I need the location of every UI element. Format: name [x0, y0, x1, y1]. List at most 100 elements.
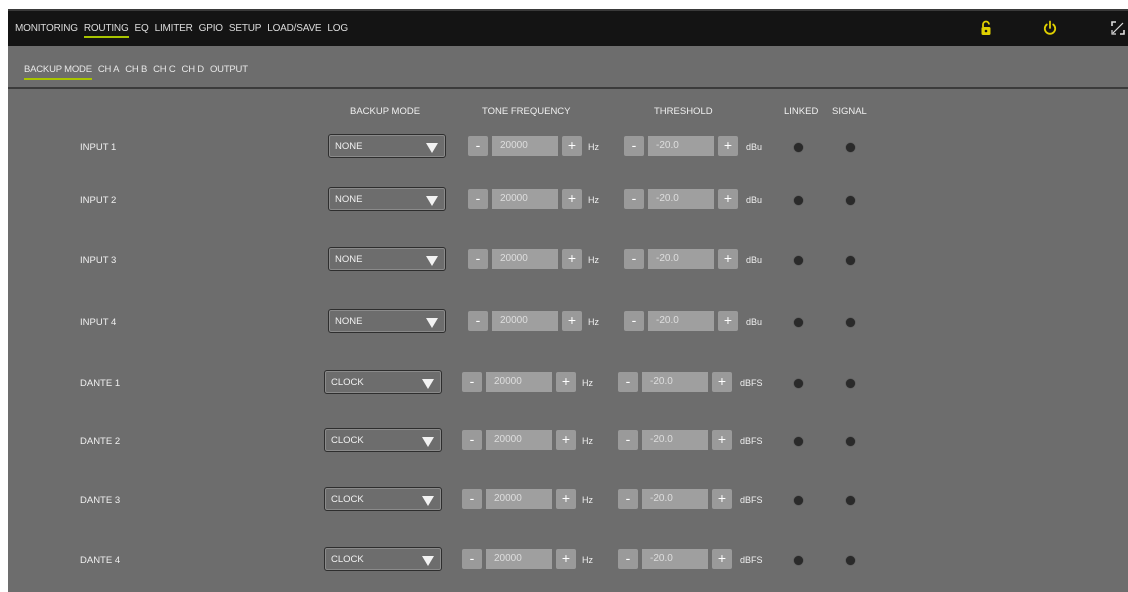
nav-routing[interactable]: ROUTING [83, 23, 129, 38]
backup-mode-select[interactable]: NONE [328, 309, 446, 333]
subtab-backup-mode[interactable]: BACKUP MODE [24, 64, 92, 80]
threshold-unit: dBFS [740, 555, 763, 565]
linked-indicator [794, 379, 803, 388]
threshold-decrement-button[interactable]: - [624, 136, 644, 156]
threshold-increment-button[interactable]: + [712, 549, 732, 569]
backup-mode-select[interactable]: NONE [328, 187, 446, 211]
subtab-ch-b[interactable]: CH B [125, 64, 147, 80]
subtab-ch-d[interactable]: CH D [182, 64, 205, 80]
nav-gpio[interactable]: GPIO [199, 23, 223, 38]
fullscreen-icon[interactable] [1110, 20, 1126, 36]
freq-increment-button[interactable]: + [556, 549, 576, 569]
dropdown-arrow-icon [422, 437, 434, 447]
threshold-increment-button[interactable]: + [718, 249, 738, 269]
threshold-decrement-button[interactable]: - [618, 430, 638, 450]
threshold-increment-button[interactable]: + [718, 311, 738, 331]
row-label: INPUT 1 [80, 142, 117, 153]
backup-mode-select[interactable]: CLOCK [324, 487, 442, 511]
signal-indicator [846, 318, 855, 327]
threshold-decrement-button[interactable]: - [618, 549, 638, 569]
sub-nav: BACKUP MODE CH A CH B CH C CH D OUTPUT [24, 64, 248, 80]
backup-mode-select[interactable]: CLOCK [324, 370, 442, 394]
table-row: DANTE 2 CLOCK -20000 + Hz - -20.0 + dBFS [8, 425, 1128, 455]
freq-input[interactable]: 20000 [492, 249, 558, 269]
freq-decrement-button[interactable]: - [468, 311, 488, 331]
freq-unit: Hz [582, 378, 593, 388]
signal-indicator [846, 143, 855, 152]
freq-unit: Hz [588, 195, 599, 205]
backup-mode-value: CLOCK [331, 377, 364, 388]
nav-setup[interactable]: SETUP [229, 23, 262, 38]
freq-decrement-button[interactable]: - [468, 189, 488, 209]
backup-mode-select[interactable]: NONE [328, 134, 446, 158]
freq-input[interactable]: 20000 [492, 311, 558, 331]
freq-input[interactable]: 20000 [492, 136, 558, 156]
signal-indicator [846, 256, 855, 265]
power-icon[interactable] [1042, 20, 1058, 36]
threshold-input[interactable]: -20.0 [648, 249, 714, 269]
threshold-input[interactable]: -20.0 [648, 189, 714, 209]
threshold-input[interactable]: -20.0 [642, 549, 708, 569]
freq-input[interactable]: 20000 [486, 489, 552, 509]
threshold-input[interactable]: -20.0 [642, 489, 708, 509]
freq-decrement-button[interactable]: - [462, 430, 482, 450]
freq-increment-button[interactable]: + [562, 311, 582, 331]
row-label: INPUT 4 [80, 317, 117, 328]
table-row: INPUT 3 NONE -20000 + Hz - -20.0 + dBu [8, 244, 1128, 274]
nav-monitoring[interactable]: MONITORING [15, 23, 78, 38]
freq-increment-button[interactable]: + [556, 489, 576, 509]
freq-input[interactable]: 20000 [492, 189, 558, 209]
threshold-increment-button[interactable]: + [712, 372, 732, 392]
freq-increment-button[interactable]: + [556, 430, 576, 450]
freq-unit: Hz [582, 436, 593, 446]
threshold-decrement-button[interactable]: - [624, 311, 644, 331]
nav-limiter[interactable]: LIMITER [155, 23, 193, 38]
nav-log[interactable]: LOG [327, 23, 348, 38]
nav-eq[interactable]: EQ [135, 23, 149, 38]
linked-indicator [794, 318, 803, 327]
backup-mode-value: NONE [335, 194, 363, 205]
threshold-increment-button[interactable]: + [712, 430, 732, 450]
threshold-increment-button[interactable]: + [718, 136, 738, 156]
header-linked: LINKED [784, 106, 819, 117]
linked-indicator [794, 496, 803, 505]
freq-input[interactable]: 20000 [486, 549, 552, 569]
freq-decrement-button[interactable]: - [462, 372, 482, 392]
threshold-unit: dBFS [740, 378, 763, 388]
freq-input[interactable]: 20000 [486, 372, 552, 392]
freq-decrement-button[interactable]: - [462, 549, 482, 569]
freq-input[interactable]: 20000 [486, 430, 552, 450]
threshold-input[interactable]: -20.0 [642, 372, 708, 392]
subtab-ch-a[interactable]: CH A [98, 64, 120, 80]
threshold-decrement-button[interactable]: - [618, 372, 638, 392]
freq-decrement-button[interactable]: - [468, 249, 488, 269]
subtab-ch-c[interactable]: CH C [153, 64, 176, 80]
freq-decrement-button[interactable]: - [462, 489, 482, 509]
dropdown-arrow-icon [426, 318, 438, 328]
threshold-decrement-button[interactable]: - [624, 189, 644, 209]
backup-mode-select[interactable]: CLOCK [324, 428, 442, 452]
threshold-input[interactable]: -20.0 [642, 430, 708, 450]
signal-indicator [846, 437, 855, 446]
freq-increment-button[interactable]: + [562, 189, 582, 209]
threshold-decrement-button[interactable]: - [624, 249, 644, 269]
threshold-increment-button[interactable]: + [712, 489, 732, 509]
freq-increment-button[interactable]: + [562, 249, 582, 269]
freq-increment-button[interactable]: + [556, 372, 576, 392]
backup-mode-select[interactable]: NONE [328, 247, 446, 271]
threshold-input[interactable]: -20.0 [648, 136, 714, 156]
backup-mode-select[interactable]: CLOCK [324, 547, 442, 571]
header-backup-mode: BACKUP MODE [350, 106, 421, 117]
freq-decrement-button[interactable]: - [468, 136, 488, 156]
lock-icon[interactable] [978, 20, 994, 36]
dropdown-arrow-icon [422, 496, 434, 506]
freq-increment-button[interactable]: + [562, 136, 582, 156]
threshold-input[interactable]: -20.0 [648, 311, 714, 331]
subtab-output[interactable]: OUTPUT [210, 64, 248, 80]
freq-unit: Hz [582, 495, 593, 505]
threshold-increment-button[interactable]: + [718, 189, 738, 209]
threshold-decrement-button[interactable]: - [618, 489, 638, 509]
nav-load-save[interactable]: LOAD/SAVE [267, 23, 321, 38]
row-label: DANTE 4 [80, 555, 121, 566]
dropdown-arrow-icon [422, 556, 434, 566]
